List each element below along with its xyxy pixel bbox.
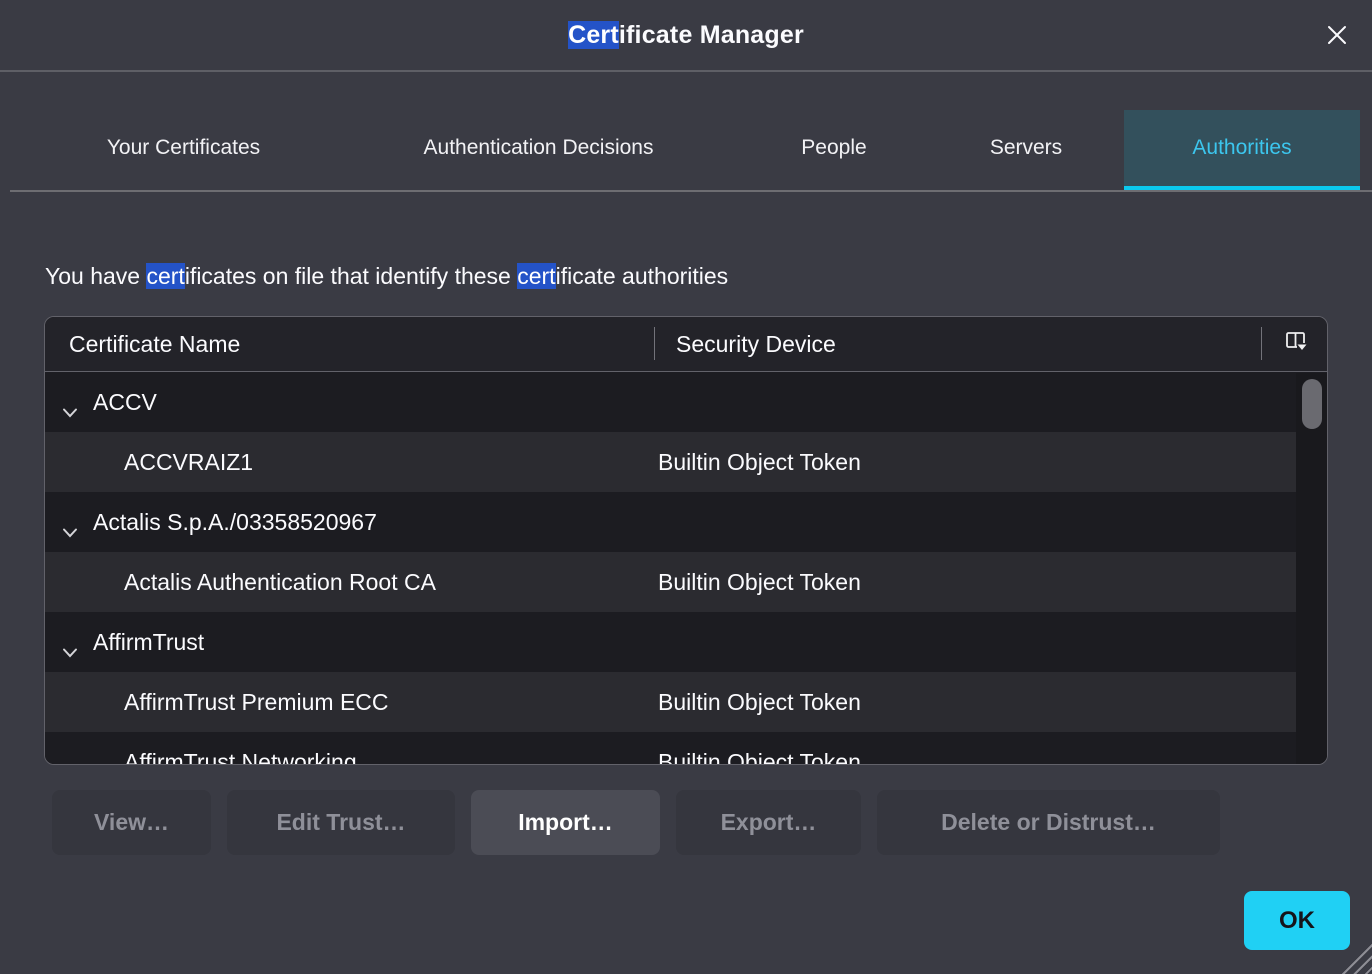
column-picker-icon xyxy=(1285,331,1309,358)
certificate-name: ACCVRAIZ1 xyxy=(45,449,253,476)
column-header-security-device[interactable]: Security Device xyxy=(676,317,836,372)
certificate-name-cell: Actalis S.p.A./03358520967 xyxy=(45,492,654,552)
column-header-label: Security Device xyxy=(676,331,836,358)
column-divider xyxy=(1261,327,1262,360)
tab-label: People xyxy=(801,136,866,160)
chevron-down-icon[interactable] xyxy=(62,517,78,527)
description-text: You have certificates on file that ident… xyxy=(45,263,728,290)
table-row[interactable]: AffirmTrust Networking Builtin Object To… xyxy=(45,732,1327,765)
scrollbar-thumb[interactable] xyxy=(1302,379,1322,429)
table-row[interactable]: Actalis Authentication Root CA Builtin O… xyxy=(45,552,1327,612)
description-find-highlight: cert xyxy=(146,263,184,289)
tab-authorities[interactable]: Authorities xyxy=(1124,110,1360,191)
title-find-highlight: Cert xyxy=(568,21,619,49)
tab-authentication-decisions[interactable]: Authentication Decisions xyxy=(337,110,740,186)
table-row-group[interactable]: Actalis S.p.A./03358520967 xyxy=(45,492,1327,552)
certificate-name: AffirmTrust Networking xyxy=(45,749,357,766)
close-button[interactable] xyxy=(1320,19,1354,53)
tab-your-certificates[interactable]: Your Certificates xyxy=(30,110,337,186)
tab-bar: Your Certificates Authentication Decisio… xyxy=(30,110,1360,186)
column-divider xyxy=(654,327,655,360)
security-device-cell: Builtin Object Token xyxy=(654,689,1327,716)
certificate-name: Actalis S.p.A./03358520967 xyxy=(45,509,377,536)
certificates-table: Certificate Name Security Device xyxy=(44,316,1328,765)
ok-button[interactable]: OK xyxy=(1244,891,1350,950)
delete-or-distrust-button[interactable]: Delete or Distrust… xyxy=(877,790,1220,855)
edit-trust-button[interactable]: Edit Trust… xyxy=(227,790,455,855)
table-row-group[interactable]: ACCV xyxy=(45,372,1327,432)
tab-label: Authentication Decisions xyxy=(424,136,654,160)
chevron-down-icon[interactable] xyxy=(62,397,78,407)
view-button[interactable]: View… xyxy=(52,790,211,855)
action-button-row: View… Edit Trust… Import… Export… Delete… xyxy=(52,790,1220,855)
chevron-down-icon[interactable] xyxy=(62,637,78,647)
close-icon xyxy=(1322,20,1352,53)
certificate-name-cell: Actalis Authentication Root CA xyxy=(45,552,654,612)
table-row-group[interactable]: AffirmTrust xyxy=(45,612,1327,672)
certificate-name-cell: AffirmTrust Networking xyxy=(45,732,654,765)
certificate-name-cell: ACCV xyxy=(45,372,654,432)
title-rest: ificate Manager xyxy=(619,21,804,49)
export-button[interactable]: Export… xyxy=(676,790,861,855)
table-scrollbar[interactable] xyxy=(1296,373,1327,764)
tab-label: Your Certificates xyxy=(107,136,260,160)
description-find-highlight: cert xyxy=(517,263,555,289)
column-picker-button[interactable] xyxy=(1267,317,1327,372)
security-device-cell: Builtin Object Token xyxy=(654,749,1327,766)
table-header: Certificate Name Security Device xyxy=(45,317,1327,372)
tab-servers[interactable]: Servers xyxy=(928,110,1124,186)
page-title: Certificate Manager xyxy=(568,21,804,50)
description-part: ificates on file that identify these xyxy=(185,263,517,289)
titlebar: Certificate Manager xyxy=(0,0,1372,72)
certificate-name: Actalis Authentication Root CA xyxy=(45,569,436,596)
tab-label: Servers xyxy=(990,136,1062,160)
table-body: ACCV ACCVRAIZ1 Builtin Object Token Acta… xyxy=(45,372,1327,765)
tab-separator xyxy=(10,190,1372,192)
certificate-name-cell: ACCVRAIZ1 xyxy=(45,432,654,492)
security-device-cell: Builtin Object Token xyxy=(654,569,1327,596)
security-device-cell: Builtin Object Token xyxy=(654,449,1327,476)
table-row[interactable]: AffirmTrust Premium ECC Builtin Object T… xyxy=(45,672,1327,732)
table-row[interactable]: ACCVRAIZ1 Builtin Object Token xyxy=(45,432,1327,492)
description-part: You have xyxy=(45,263,146,289)
certificate-name: AffirmTrust Premium ECC xyxy=(45,689,389,716)
column-header-certificate-name[interactable]: Certificate Name xyxy=(69,317,240,372)
description-part: ificate authorities xyxy=(556,263,729,289)
certificate-name-cell: AffirmTrust xyxy=(45,612,654,672)
column-header-label: Certificate Name xyxy=(69,331,240,358)
tab-people[interactable]: People xyxy=(740,110,928,186)
import-button[interactable]: Import… xyxy=(471,790,660,855)
tab-label: Authorities xyxy=(1192,136,1291,160)
certificate-manager-dialog: Certificate Manager Your Certificates Au… xyxy=(0,0,1372,974)
certificate-name-cell: AffirmTrust Premium ECC xyxy=(45,672,654,732)
